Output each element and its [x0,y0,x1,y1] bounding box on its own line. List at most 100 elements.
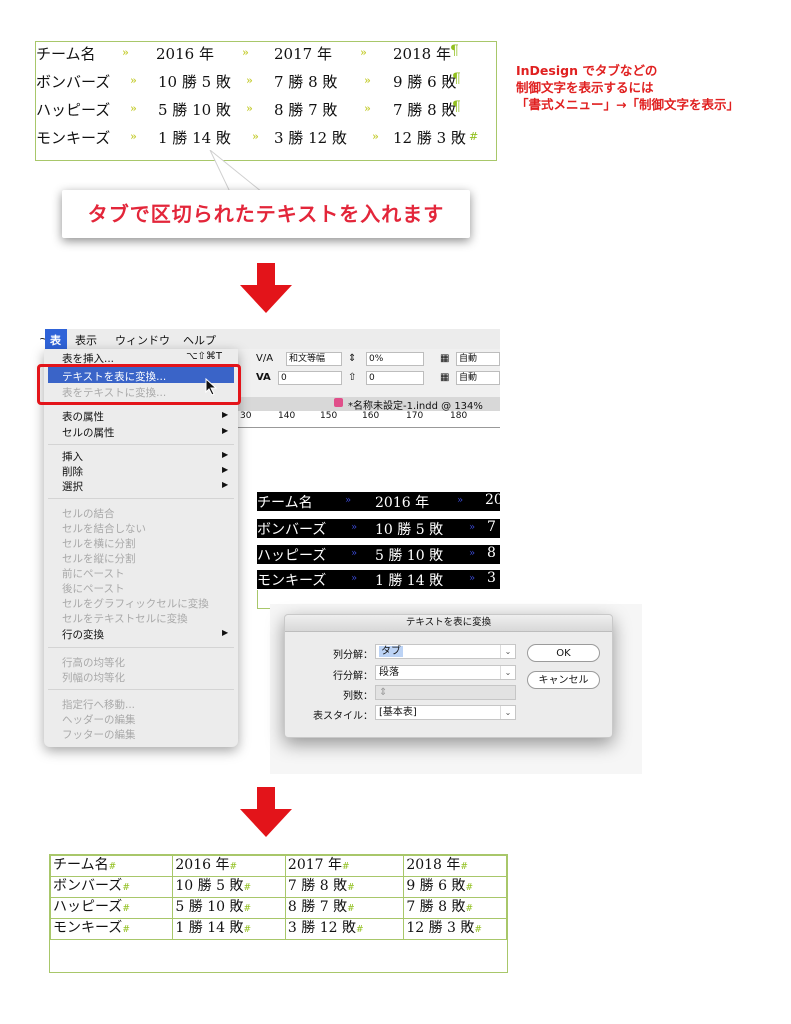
result-table[interactable]: チーム名# 2016 年# 2017 年# 2018 年# ボンバーズ# 10 … [49,855,507,940]
tab-mark: » [130,130,137,143]
cell-text: ボンバーズ [257,522,327,538]
table-cell[interactable]: チーム名# [49,855,174,877]
menu-separator [48,647,234,648]
table-cell[interactable]: 3 勝 12 敗# [284,918,405,940]
tab-mark: » [246,102,253,115]
tracking-field[interactable]: 0% [366,352,424,366]
cell-text: ハッピーズ [36,101,111,119]
submenu-arrow-icon: ▶ [222,628,229,637]
table-row: モンキーズ# 1 勝 14 敗# 3 勝 12 敗# 12 勝 3 敗# [49,918,507,940]
menu-item-select[interactable]: 選択 [62,479,83,494]
paragraph-mark: ¶ [452,71,461,87]
table-cell[interactable]: ボンバーズ# [49,876,174,898]
ruler-tick: 180 [450,411,468,421]
tsume-icon: ⇕ [348,353,357,364]
column-separator-select[interactable]: タブ ⌄ [375,644,516,659]
column-count-field: ⇕ [375,685,516,700]
selected-row: モンキーズ » 1 勝 14 敗 » 3 [257,570,500,589]
menu-window[interactable]: ウィンドウ [115,332,170,348]
table-cell[interactable]: 2016 年# [172,855,286,877]
menu-table[interactable]: 表 [45,329,67,349]
table-cell[interactable]: 8 勝 7 敗# [284,897,405,919]
tab-mark: » [345,495,352,506]
menu-help[interactable]: ヘルプ [183,332,216,348]
tab-mark: » [469,548,476,559]
menu-view[interactable]: 表示 [75,332,97,348]
document-tab[interactable]: *名称未設定-1.indd @ 134% [238,397,500,412]
text-row: ハッピーズ » 5 勝 10 敗 » 8 勝 7 敗 » 7 勝 8 敗 ¶ [36,99,498,125]
menu-item-merge-cells: セルの結合 [62,508,115,520]
tab-text-frame: チーム名 » 2016 年 » 2017 年 » 2018 年 ¶ ボンバーズ … [35,41,497,161]
auto-field[interactable]: 自動 [456,371,500,385]
tab-mark: » [469,573,476,584]
table-cell[interactable]: 12 勝 3 敗# [403,918,507,940]
auto-field[interactable]: 自動 [456,352,500,366]
tab-mark: » [372,130,379,143]
ruler-tick: 150 [320,411,338,421]
table-cell[interactable]: 10 勝 5 敗# [172,876,286,898]
table-cell[interactable]: 9 勝 6 敗# [403,876,507,898]
table-cell[interactable]: 7 勝 8 敗# [403,897,507,919]
submenu-arrow-icon: ▶ [222,426,229,435]
table-cell[interactable]: 1 勝 14 敗# [172,918,286,940]
submenu-arrow-icon: ▶ [222,480,229,489]
cell-text: 1 勝 14 敗 [375,573,444,589]
convert-text-to-table-dialog: テキストを表に変換 列分解： タブ ⌄ 行分解： 段落 ⌄ 列数： ⇕ 表スタイ… [284,614,613,738]
table-style-select[interactable]: [基本表] ⌄ [375,705,516,720]
chevron-down-icon: ⌄ [500,645,515,658]
cell-text: 2016 年 [375,495,430,511]
menu-item-distribute-columns: 列幅の均等化 [62,672,125,684]
cell-text: 9 勝 6 敗 [393,73,457,91]
cell-text: 2017 年 [274,45,332,63]
column-separator-label: 列分解： [333,650,373,661]
cell-text: 5 勝 10 敗 [158,101,231,119]
cell-text: ハッピーズ [257,548,327,564]
grid-icon: ▦ [440,353,450,364]
dialog-title: テキストを表に変換 [285,615,612,632]
selected-value: タブ [379,646,403,657]
grid-icon: ▦ [440,372,450,383]
menu-item-cell-options[interactable]: セルの属性 [62,425,115,440]
menu-item-insert[interactable]: 挿入 [62,449,83,464]
tab-mark: » [122,46,129,59]
frame-edge [257,608,271,609]
submenu-arrow-icon: ▶ [222,465,229,474]
table-style-label: 表スタイル： [313,711,373,722]
table-row: ボンバーズ# 10 勝 5 敗# 7 勝 8 敗# 9 勝 6 敗# [49,876,507,898]
menu-item-paste-after: 後にペースト [62,583,125,595]
table-cell[interactable]: 2017 年# [284,855,405,877]
callout-box: タブで区切られたテキストを入れます [62,190,470,238]
horizontal-ruler[interactable]: 30 140 150 160 170 180 [238,411,500,428]
table-menu-dropdown: 表を挿入... ⌥⇧⌘T テキストを表に変換... 表をテキストに変換... 表… [44,349,238,747]
tab-mark: » [130,102,137,115]
cancel-button[interactable]: キャンセル [527,671,600,689]
tab-mark: » [469,522,476,533]
column-count-label: 列数： [343,691,373,702]
table-cell[interactable]: モンキーズ# [49,918,174,940]
table-cell[interactable]: ハッピーズ# [49,897,174,919]
kerning-icon: V/A [256,353,274,364]
row-separator-select[interactable]: 段落 ⌄ [375,665,516,680]
kerning-field[interactable]: 和文等幅 [286,352,342,366]
menu-separator [48,689,234,690]
menu-item-convert-rows[interactable]: 行の変換 [62,627,104,642]
table-row: チーム名# 2016 年# 2017 年# 2018 年# [49,855,507,877]
tab-mark: » [246,74,253,87]
instruction-note: InDesign でタブなどの 制御文字を表示するには 「書式メニュー」→「制御… [516,62,786,113]
ok-button[interactable]: OK [527,644,600,662]
selected-text-frame[interactable]: チーム名 » 2016 年 » 20 ボンバーズ » 10 勝 5 敗 » 7 … [257,492,500,610]
down-arrow-icon [240,787,292,837]
cell-text: モンキーズ [257,573,327,589]
table-cell[interactable]: 7 勝 8 敗# [284,876,405,898]
number-field[interactable]: 0 [366,371,424,385]
result-table-frame: チーム名# 2016 年# 2017 年# 2018 年# ボンバーズ# 10 … [49,854,508,973]
menu-item-delete[interactable]: 削除 [62,464,83,479]
menu-item-split-horizontal: セルを横に分割 [62,538,136,550]
menu-item-table-options[interactable]: 表の属性 [62,409,104,424]
control-panel: V/A 和文等幅 ⇕ 0% ▦ 自動 VA 0 ⇧ 0 ▦ 自動 [238,349,500,397]
table-cell[interactable]: 5 勝 10 敗# [172,897,286,919]
text-row: チーム名 » 2016 年 » 2017 年 » 2018 年 ¶ [36,43,498,69]
table-cell[interactable]: 2018 年# [403,855,507,877]
number-field[interactable]: 0 [278,371,342,385]
cell-text: 7 勝 8 敗 [393,101,457,119]
